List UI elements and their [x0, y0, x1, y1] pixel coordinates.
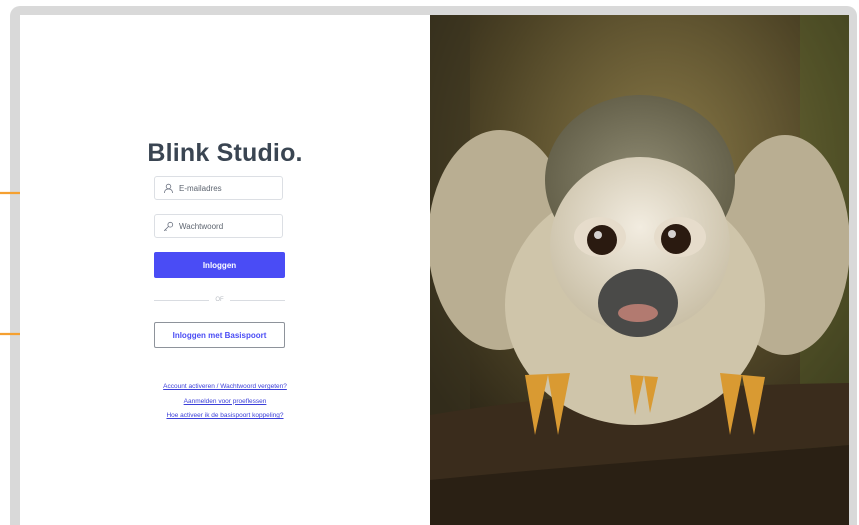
- page-title: Blink Studio.: [147, 139, 303, 167]
- activate-account-link[interactable]: Account activeren / Wachtwoord vergeten?: [20, 380, 430, 395]
- divider-label: OF: [215, 297, 224, 303]
- password-input[interactable]: [179, 221, 279, 231]
- or-divider: OF: [154, 295, 285, 305]
- help-links: Account activeren / Wachtwoord vergeten?…: [20, 380, 430, 424]
- login-button[interactable]: Inloggen: [154, 252, 285, 278]
- divider-line: [229, 299, 285, 301]
- monkey-photo: [430, 15, 849, 525]
- login-panel: Blink Studio. Inloggen OF Inloggen met B…: [20, 15, 430, 525]
- password-field[interactable]: [154, 214, 283, 238]
- key-icon: [163, 221, 174, 232]
- divider-line: [154, 299, 210, 301]
- basispoort-login-button[interactable]: Inloggen met Basispoort: [154, 322, 285, 348]
- basispoort-help-link[interactable]: Hoe activeer ik de basispoort koppeling?: [20, 409, 430, 424]
- hero-photo: [430, 15, 849, 525]
- email-field[interactable]: [154, 176, 283, 200]
- email-input[interactable]: [179, 183, 279, 193]
- user-icon: [163, 183, 174, 194]
- trial-lessons-link[interactable]: Aanmelden voor proeflessen: [20, 395, 430, 410]
